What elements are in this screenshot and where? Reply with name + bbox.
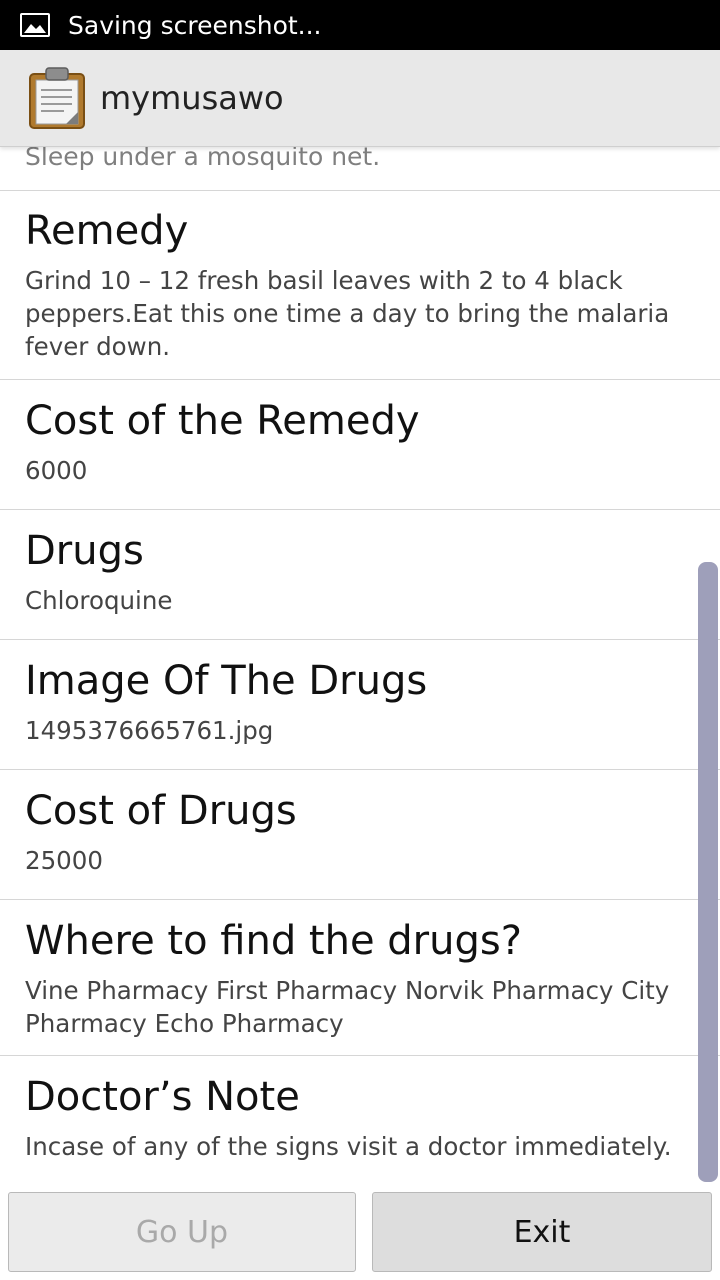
action-bar: mymusawo <box>0 50 720 147</box>
list-item: Remedy Grind 10 – 12 fresh basil leaves … <box>0 190 720 380</box>
clipboard-icon[interactable] <box>28 66 86 130</box>
item-value: Vine Pharmacy First Pharmacy Norvik Phar… <box>25 976 670 1038</box>
item-label: Where to find the drugs? <box>25 918 522 964</box>
item-value: Grind 10 – 12 fresh basil leaves with 2 … <box>25 266 670 361</box>
list-item: Image Of The Drugs 1495376665761.jpg <box>0 640 720 770</box>
status-bar: Saving screenshot... <box>0 0 720 50</box>
list-item: Cost of the Remedy 6000 <box>0 380 720 510</box>
list-item: Doctor’s Note Incase of any of the signs… <box>0 1056 720 1186</box>
item-value: 1495376665761.jpg <box>25 716 274 745</box>
list-item: Drugs Chloroquine <box>0 510 720 640</box>
scrollbar[interactable] <box>698 562 718 1182</box>
item-value: 6000 <box>25 456 88 485</box>
item-value: Chloroquine <box>25 586 173 615</box>
item-value: Sleep under a mosquito net. <box>25 146 381 171</box>
detail-list[interactable]: Sleep under a mosquito net. Remedy Grind… <box>0 146 720 1186</box>
item-value: 25000 <box>25 846 103 875</box>
item-label: Cost of Drugs <box>25 788 297 834</box>
item-label: Drugs <box>25 528 144 574</box>
item-label: Cost of the Remedy <box>25 398 420 444</box>
list-item: Cost of Drugs 25000 <box>0 770 720 900</box>
item-label: Doctor’s Note <box>25 1074 300 1120</box>
list-item: Sleep under a mosquito net. <box>0 146 720 191</box>
item-value: Incase of any of the signs visit a docto… <box>25 1132 672 1161</box>
status-text: Saving screenshot... <box>68 10 322 40</box>
button-bar: Go Up Exit <box>0 1186 720 1280</box>
app-title: mymusawo <box>100 79 284 117</box>
list-item: Where to find the drugs? Vine Pharmacy F… <box>0 900 720 1056</box>
item-label: Image Of The Drugs <box>25 658 428 704</box>
item-label: Remedy <box>25 208 189 254</box>
go-up-button[interactable]: Go Up <box>8 1192 356 1272</box>
exit-button[interactable]: Exit <box>372 1192 712 1272</box>
image-icon <box>20 13 50 37</box>
